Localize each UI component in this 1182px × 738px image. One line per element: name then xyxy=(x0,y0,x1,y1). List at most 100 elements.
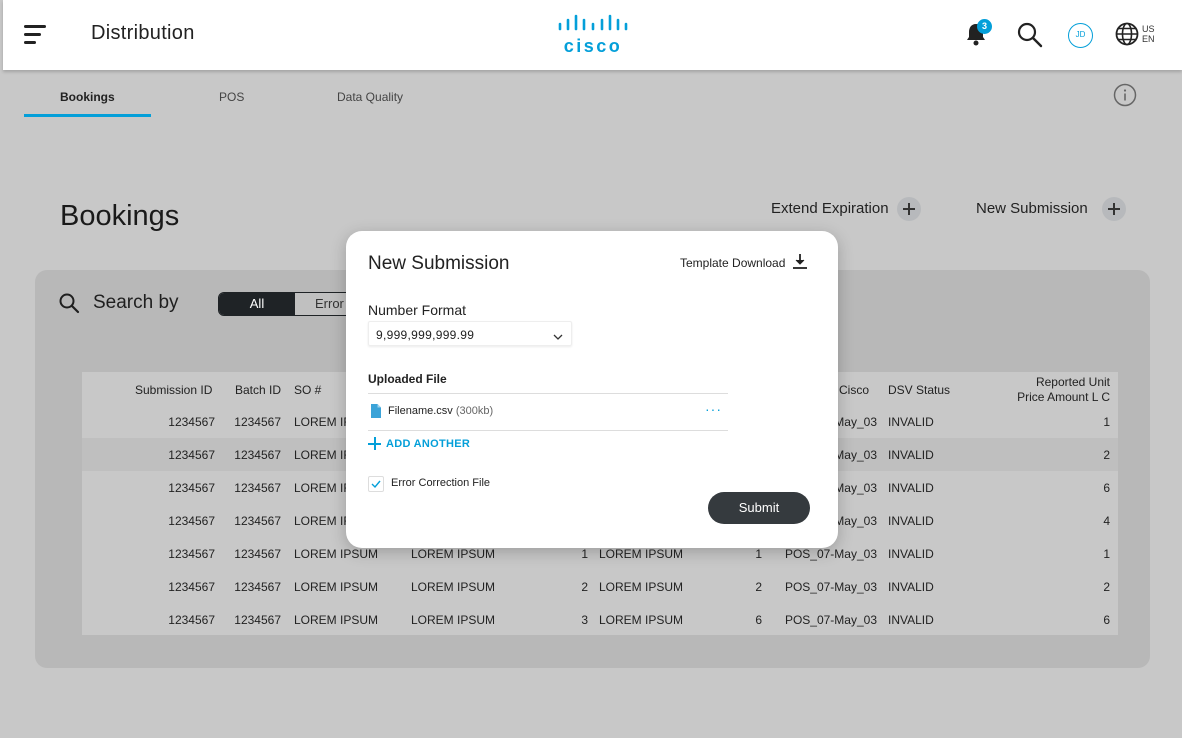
locale-indicator[interactable]: US EN xyxy=(1142,24,1155,44)
cell-qty-2: 2 xyxy=(755,580,762,594)
cell-batch-id: 1234567 xyxy=(234,514,281,528)
checkmark-icon xyxy=(371,480,381,489)
cell-qty-2: 1 xyxy=(755,547,762,561)
cell-dsv-status: INVALID xyxy=(888,448,934,462)
cell-dsv-status: INVALID xyxy=(888,415,934,429)
app-title: Distribution xyxy=(91,22,195,44)
locale-country: US xyxy=(1142,24,1155,34)
notification-badge: 3 xyxy=(977,19,992,34)
cell-amount: 1 xyxy=(1103,547,1110,561)
cell-so-number: LOREM IF xyxy=(294,415,351,429)
divider xyxy=(368,393,728,394)
active-tab-indicator xyxy=(24,114,151,117)
extend-expiration-plus-icon[interactable] xyxy=(897,197,921,221)
cell-customer: LOREM IPSUM xyxy=(411,547,496,561)
header-batch-id[interactable]: Batch ID xyxy=(235,383,281,397)
cell-amount: 1 xyxy=(1103,415,1110,429)
segment-all[interactable]: All xyxy=(219,293,295,315)
new-submission-plus-icon[interactable] xyxy=(1102,197,1126,221)
tab-data-quality[interactable]: Data Quality xyxy=(337,90,403,104)
file-name: Filename.csv xyxy=(388,405,453,417)
header-submission-id[interactable]: Submission ID xyxy=(135,383,212,397)
search-by-icon xyxy=(58,292,80,314)
search-by-label: Search by xyxy=(93,292,179,313)
cell-so-number: LOREM IPSUM xyxy=(294,613,379,627)
cell-so-number: LOREM IPSUM xyxy=(294,580,379,594)
cell-amount: 6 xyxy=(1103,481,1110,495)
top-header: Distribution cisco 3 JD US EN xyxy=(3,0,1182,70)
header-reported-unit[interactable]: Reported Unit xyxy=(1036,375,1110,389)
error-correction-checkbox[interactable] xyxy=(368,476,384,492)
number-format-select[interactable]: 9,999,999,999.99 xyxy=(368,321,572,346)
cell-submission-id: 1234567 xyxy=(168,514,215,528)
page-title: Bookings xyxy=(60,200,180,232)
cell-dsv-status: INVALID xyxy=(888,514,934,528)
cell-cisco: May_03 xyxy=(834,448,877,462)
table-row[interactable]: 1234567 1234567 LOREM IPSUM LOREM IPSUM 3 LOR… xyxy=(82,603,1118,636)
header-price-amount[interactable]: Price Amount L C xyxy=(1017,390,1110,404)
new-submission-button[interactable]: New Submission xyxy=(976,200,1088,217)
cisco-logo[interactable]: cisco xyxy=(555,14,631,58)
cell-qty: 2 xyxy=(581,580,588,594)
chevron-down-icon xyxy=(553,329,563,340)
cell-so-number: LOREM IPSUM xyxy=(294,547,379,561)
cell-cisco: POS_07-May_03 xyxy=(784,547,877,561)
uploaded-file-label: Uploaded File xyxy=(368,372,447,386)
menu-icon[interactable] xyxy=(24,23,50,47)
submit-button[interactable]: Submit xyxy=(708,492,810,524)
cell-so-number: LOREM IF xyxy=(294,481,351,495)
cell-cisco: May_03 xyxy=(834,481,877,495)
tab-bookings[interactable]: Bookings xyxy=(60,90,115,104)
uploaded-file: Filename.csv (300kb) xyxy=(388,405,493,417)
cell-batch-id: 1234567 xyxy=(234,481,281,495)
file-options-button[interactable]: ··· xyxy=(705,401,722,417)
template-download-link[interactable]: Template Download xyxy=(680,256,785,270)
cell-customer: LOREM IPSUM xyxy=(411,580,496,594)
cell-cisco: POS_07-May_03 xyxy=(784,580,877,594)
cell-cisco: May_03 xyxy=(834,415,877,429)
info-icon[interactable] xyxy=(1113,83,1137,107)
download-icon[interactable] xyxy=(792,252,808,270)
cell-amount: 4 xyxy=(1103,514,1110,528)
cell-dsv-status: INVALID xyxy=(888,481,934,495)
cell-submission-id: 1234567 xyxy=(168,448,215,462)
plus-icon xyxy=(368,437,382,451)
locale-language: EN xyxy=(1142,34,1155,44)
cell-batch-id: 1234567 xyxy=(234,580,281,594)
table-row[interactable]: 1234567 1234567 LOREM IPSUM LOREM IPSUM 2 LOR… xyxy=(82,570,1118,603)
tab-pos[interactable]: POS xyxy=(219,90,244,104)
cell-dsv-status: INVALID xyxy=(888,580,934,594)
cell-cisco: POS_07-May_03 xyxy=(784,613,877,627)
cell-batch-id: 1234567 xyxy=(234,448,281,462)
file-size: (300kb) xyxy=(455,405,494,417)
cell-dsv-status: INVALID xyxy=(888,613,934,627)
globe-icon[interactable] xyxy=(1115,22,1139,46)
cell-submission-id: 1234567 xyxy=(168,415,215,429)
cell-product: LOREM IPSUM xyxy=(599,613,684,627)
cell-so-number: LOREM IF xyxy=(294,514,351,528)
error-correction-label: Error Correction File xyxy=(391,477,491,489)
cell-dsv-status: INVALID xyxy=(888,547,934,561)
search-icon[interactable] xyxy=(1016,21,1044,49)
add-another-button[interactable]: ADD ANOTHER xyxy=(368,437,470,451)
header-dsv-status[interactable]: DSV Status xyxy=(888,383,950,397)
cell-product: LOREM IPSUM xyxy=(599,547,684,561)
cell-qty-2: 6 xyxy=(755,613,762,627)
cell-submission-id: 1234567 xyxy=(168,613,215,627)
number-format-label: Number Format xyxy=(368,302,467,318)
header-so-number[interactable]: SO # xyxy=(294,383,321,397)
cell-submission-id: 1234567 xyxy=(168,481,215,495)
cell-batch-id: 1234567 xyxy=(234,547,281,561)
cell-customer: LOREM IPSUM xyxy=(411,613,496,627)
cell-cisco: May_03 xyxy=(834,514,877,528)
cell-batch-id: 1234567 xyxy=(234,415,281,429)
cell-so-number: LOREM IF xyxy=(294,448,351,462)
extend-expiration-button[interactable]: Extend Expiration xyxy=(771,200,889,217)
logo-wordmark: cisco xyxy=(563,36,623,56)
cell-qty: 3 xyxy=(581,613,588,627)
cell-amount: 6 xyxy=(1103,613,1110,627)
divider xyxy=(368,430,728,431)
new-submission-modal: New Submission Template Download Number … xyxy=(346,231,838,548)
cell-amount: 2 xyxy=(1103,580,1110,594)
avatar[interactable]: JD xyxy=(1068,23,1093,48)
